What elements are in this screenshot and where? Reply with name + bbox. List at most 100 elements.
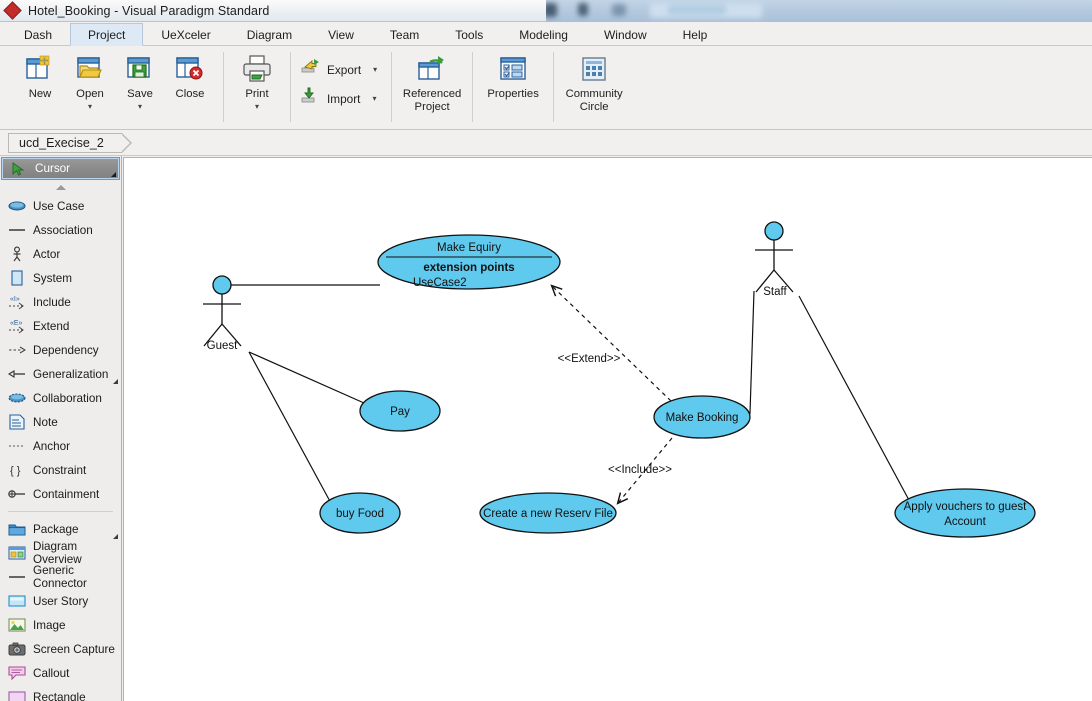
palette-item-diagram-overview[interactable]: Diagram Overview bbox=[0, 540, 121, 566]
properties-button[interactable]: Properties bbox=[481, 49, 545, 101]
ribbon-group-print: Print ▾ bbox=[225, 49, 289, 127]
import-dropdown-chevron-down-icon[interactable]: ▾ bbox=[372, 94, 376, 103]
menu-tab-project[interactable]: Project bbox=[70, 23, 144, 46]
menu-tab-label: Help bbox=[682, 28, 708, 42]
open-button[interactable]: Open ▾ bbox=[65, 49, 115, 111]
community-circle-button[interactable]: Community Circle bbox=[562, 49, 626, 114]
ribbon-group-properties: Properties bbox=[474, 49, 552, 127]
use-case-name-label-line2: Account bbox=[944, 516, 986, 528]
use-case-pay[interactable]: Pay bbox=[359, 390, 441, 432]
palette-collapse-chevron-up-icon[interactable] bbox=[0, 180, 121, 194]
palette-item-label: Collaboration bbox=[33, 391, 102, 405]
svg-text:«I»: «I» bbox=[10, 296, 20, 303]
menu-tab-label: UeXceler bbox=[161, 28, 211, 42]
print-button[interactable]: Print ▾ bbox=[232, 49, 282, 111]
export-button[interactable]: Export ▾ bbox=[299, 55, 383, 84]
palette-item-generic-connector[interactable]: Generic Connector bbox=[0, 564, 121, 590]
palette-item-actor[interactable]: Actor bbox=[0, 242, 121, 266]
use-case-buy-food[interactable]: buy Food bbox=[319, 492, 401, 534]
palette-item-label: Extend bbox=[33, 319, 70, 333]
palette-item-label: Containment bbox=[33, 487, 100, 501]
palette-item-association[interactable]: Association bbox=[0, 218, 121, 242]
palette-item-label: Include bbox=[33, 295, 71, 309]
vp-diamond-logo-icon bbox=[3, 1, 22, 20]
palette-item-rectangle[interactable]: Rectangle bbox=[0, 685, 121, 701]
ribbon-separator bbox=[472, 52, 474, 122]
menu-tab-dash[interactable]: Dash bbox=[6, 23, 70, 46]
rectangle-icon bbox=[8, 689, 26, 701]
close-project-icon bbox=[174, 53, 206, 85]
referenced-project-button-label: Referenced Project bbox=[402, 88, 462, 113]
palette-item-package[interactable]: Package bbox=[0, 517, 121, 541]
palette-item-cursor[interactable]: Cursor bbox=[1, 157, 120, 180]
menu-tab-team[interactable]: Team bbox=[372, 23, 437, 46]
save-disk-icon bbox=[124, 53, 156, 85]
menu-tab-view[interactable]: View bbox=[310, 23, 372, 46]
palette-item-dependency[interactable]: Dependency bbox=[0, 338, 121, 362]
palette-item-constraint[interactable]: { } Constraint bbox=[0, 458, 121, 482]
callout-icon bbox=[8, 665, 26, 681]
include-stereotype-label: <<Include>> bbox=[608, 464, 672, 476]
palette-item-collaboration[interactable]: Collaboration bbox=[0, 386, 121, 410]
containment-icon bbox=[8, 486, 26, 502]
save-button[interactable]: Save ▾ bbox=[115, 49, 165, 111]
palette-item-label: Package bbox=[33, 522, 79, 536]
extension-point-item: UseCase2 bbox=[413, 277, 467, 289]
use-case-make-booking[interactable]: Make Booking bbox=[653, 395, 751, 439]
window-title: Hotel_Booking - Visual Paradigm Standard bbox=[28, 3, 270, 18]
print-dropdown-chevron-down-icon[interactable]: ▾ bbox=[255, 103, 259, 111]
referenced-project-button[interactable]: Referenced Project bbox=[400, 49, 464, 114]
open-dropdown-chevron-down-icon[interactable]: ▾ bbox=[88, 103, 92, 111]
palette-item-containment[interactable]: Containment bbox=[0, 482, 121, 506]
save-dropdown-chevron-down-icon[interactable]: ▾ bbox=[138, 103, 142, 111]
menu-tab-window[interactable]: Window bbox=[586, 23, 665, 46]
menu-tab-help[interactable]: Help bbox=[665, 23, 726, 46]
palette-item-label: Actor bbox=[33, 247, 61, 261]
menu-tab-diagram[interactable]: Diagram bbox=[229, 23, 310, 46]
palette-item-image[interactable]: Image bbox=[0, 613, 121, 637]
palette-item-note[interactable]: Note bbox=[0, 410, 121, 434]
use-case-apply-vouchers[interactable]: Apply vouchers to guest Account bbox=[894, 488, 1036, 538]
svg-text:«E»: «E» bbox=[10, 320, 23, 327]
menu-tab-modeling[interactable]: Modeling bbox=[501, 23, 586, 46]
dependency-extend-make-booking-make-enquiry[interactable] bbox=[550, 284, 672, 402]
anchor-dashed-icon bbox=[8, 438, 26, 454]
ribbon-separator bbox=[391, 52, 393, 122]
ribbon-toolbar: New Open ▾ Save ▾ Close Print ▾ Export ▾… bbox=[0, 46, 1092, 130]
window-title-bar: Hotel_Booking - Visual Paradigm Standard bbox=[0, 0, 546, 22]
use-case-name-label: Make Equiry bbox=[437, 242, 501, 254]
association-staff-make-booking[interactable] bbox=[748, 290, 755, 418]
actor-guest[interactable]: Guest bbox=[203, 275, 242, 352]
diagram-canvas[interactable]: <<Extend>> <<Include>> Guest Staff Make … bbox=[123, 157, 1092, 701]
palette-item-label: Dependency bbox=[33, 343, 99, 357]
palette-item-include[interactable]: «I» Include bbox=[0, 290, 121, 314]
palette-item-system[interactable]: System bbox=[0, 266, 121, 290]
palette-item-generalization[interactable]: Generalization bbox=[0, 362, 121, 386]
palette-item-expand-corner-icon[interactable] bbox=[113, 534, 118, 539]
association-staff-apply-vouchers[interactable] bbox=[798, 295, 911, 503]
import-button[interactable]: Import ▾ bbox=[299, 84, 382, 113]
open-folder-icon bbox=[74, 53, 106, 85]
actor-staff[interactable]: Staff bbox=[755, 221, 794, 298]
menu-tab-tools[interactable]: Tools bbox=[437, 23, 501, 46]
palette-item-callout[interactable]: Callout bbox=[0, 661, 121, 685]
palette-item-anchor[interactable]: Anchor bbox=[0, 434, 121, 458]
menu-tab-uexceler[interactable]: UeXceler bbox=[143, 23, 228, 46]
association-guest-pay[interactable] bbox=[248, 351, 365, 404]
palette-item-expand-corner-icon[interactable] bbox=[111, 172, 116, 177]
palette-item-screen-capture[interactable]: Screen Capture bbox=[0, 637, 121, 661]
breadcrumb-diagram-tab[interactable]: ucd_Execise_2 bbox=[8, 133, 132, 153]
palette-item-user-story[interactable]: User Story bbox=[0, 589, 121, 613]
use-case-make-enquiry[interactable]: Make Equiry extension points UseCase2 bbox=[377, 234, 561, 290]
export-button-label: Export bbox=[327, 62, 362, 77]
palette-item-use-case[interactable]: Use Case bbox=[0, 194, 121, 218]
new-button[interactable]: New bbox=[15, 49, 65, 101]
export-dropdown-chevron-down-icon[interactable]: ▾ bbox=[373, 65, 377, 74]
association-guest-buy-food[interactable] bbox=[248, 351, 333, 506]
use-case-create-reserv-file[interactable]: Create a new Reserv File bbox=[479, 492, 617, 534]
close-button[interactable]: Close bbox=[165, 49, 215, 101]
extension-points-heading: extension points bbox=[423, 262, 514, 274]
palette-item-expand-corner-icon[interactable] bbox=[113, 379, 118, 384]
palette-item-extend[interactable]: «E» Extend bbox=[0, 314, 121, 338]
actor-stickman-icon bbox=[8, 246, 26, 262]
